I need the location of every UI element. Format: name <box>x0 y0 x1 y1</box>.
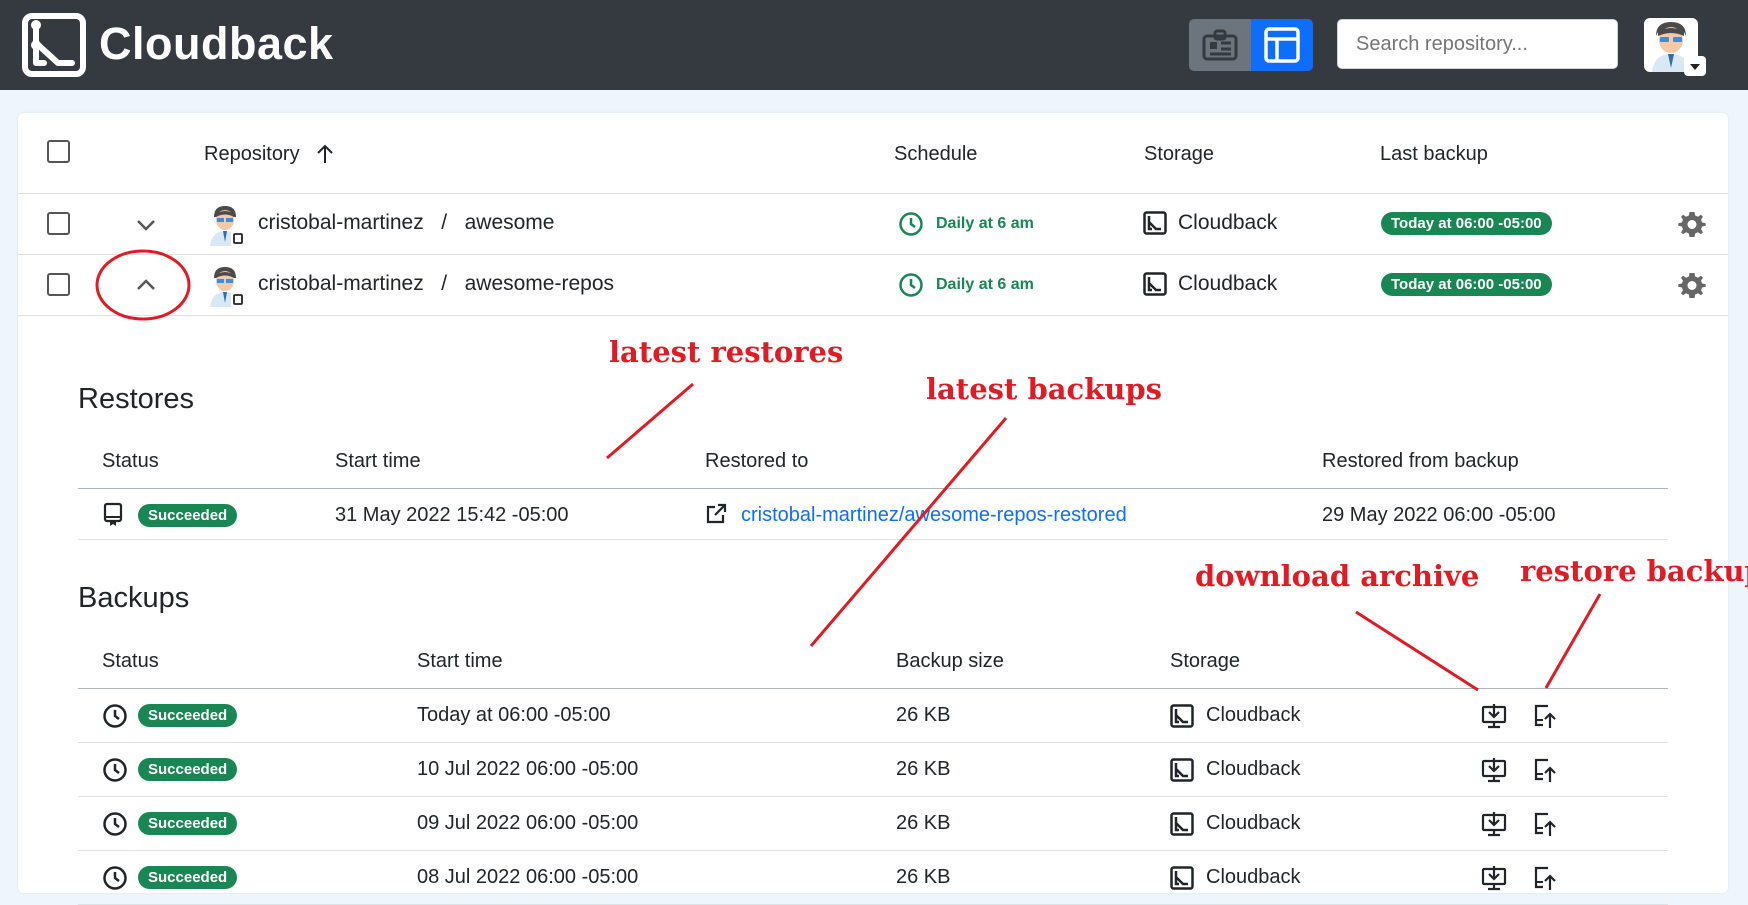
annotation-overlay <box>95 249 1602 692</box>
annotation-arrow-line <box>809 417 1008 647</box>
highlight-circle <box>95 249 191 321</box>
annotation-arrow-line <box>1544 593 1602 689</box>
annotation-arrow-line <box>1355 610 1479 692</box>
annotation-arrow-line <box>606 382 694 460</box>
